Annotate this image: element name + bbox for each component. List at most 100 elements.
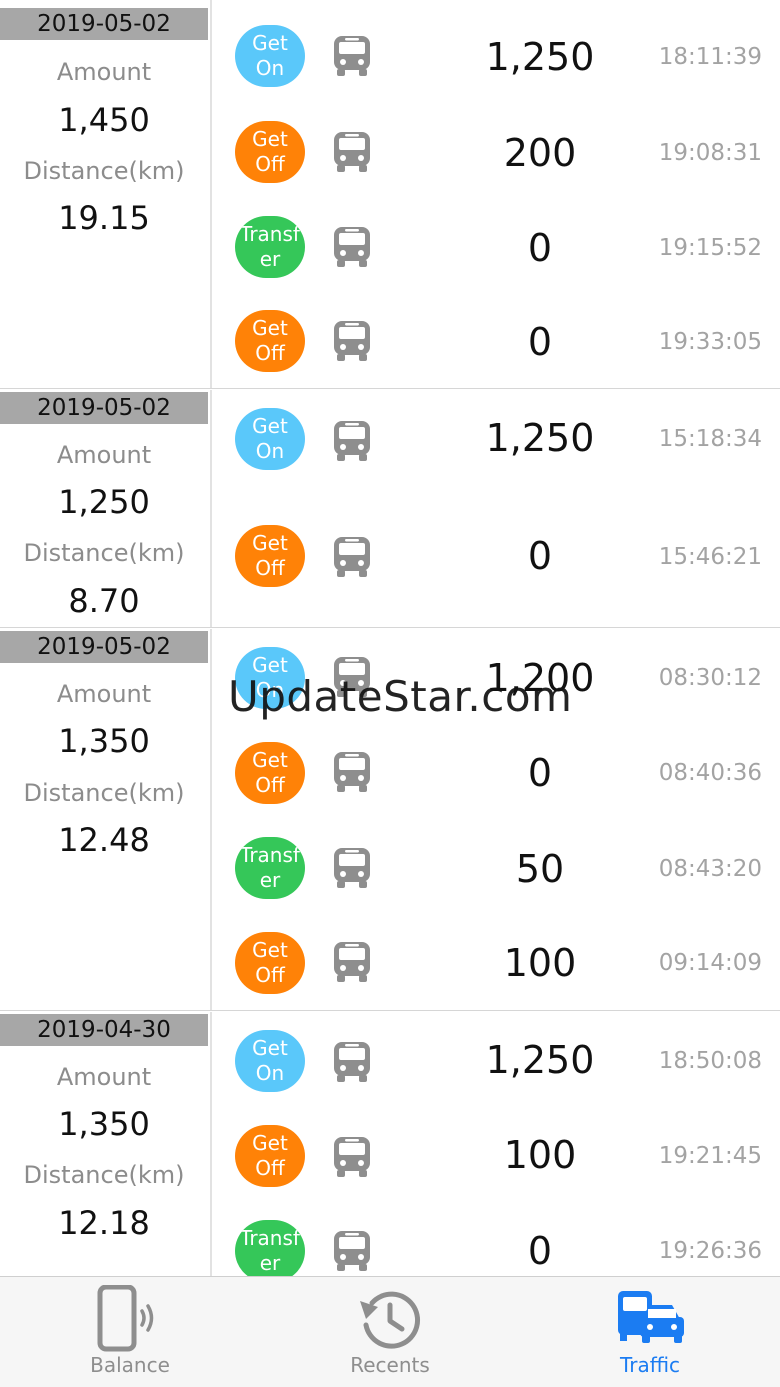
trip-amount: 200 xyxy=(503,131,577,175)
bus-front-icon xyxy=(330,1040,374,1084)
bus-front-icon xyxy=(330,225,374,269)
trip-type-badge: Get On xyxy=(235,408,305,470)
bus-front-icon xyxy=(330,940,374,984)
bus-front-icon xyxy=(330,1229,374,1273)
day-amount: 1,450 xyxy=(58,101,150,139)
transaction-feed[interactable]: 2019-05-02 Amount 1,450 Distance(km) 19.… xyxy=(0,0,780,1276)
day-distance: 12.48 xyxy=(58,821,150,859)
day-summary: 2019-05-02 Amount 1,350 Distance(km) 12.… xyxy=(0,629,212,1010)
trip-time: 18:50:08 xyxy=(658,1048,762,1074)
bus-front-icon xyxy=(330,846,374,890)
day-amount: 1,350 xyxy=(58,1105,150,1143)
trip-amount: 1,250 xyxy=(485,35,595,79)
phone-card-icon xyxy=(97,1285,154,1352)
trip-type-badge: Get Off xyxy=(235,932,305,994)
trip-amount: 0 xyxy=(527,1229,553,1273)
tab-balance[interactable]: Balance xyxy=(0,1277,260,1387)
bus-front-icon xyxy=(330,750,374,794)
distance-label: Distance(km) xyxy=(23,779,185,807)
trip-time: 19:15:52 xyxy=(658,235,762,261)
tab-label: Balance xyxy=(90,1353,170,1377)
trip-row[interactable]: Get Off 0 19:33:05 xyxy=(214,297,780,387)
bus-front-icon xyxy=(330,130,374,174)
trip-time: 15:46:21 xyxy=(658,544,762,570)
trip-time: 08:30:12 xyxy=(658,665,762,691)
day-date: 2019-05-02 xyxy=(0,392,208,424)
trip-row[interactable]: Get On 1,250 18:50:08 xyxy=(214,1016,780,1106)
tab-label: Traffic xyxy=(619,1353,681,1377)
bus-front-icon xyxy=(330,34,374,78)
trip-type-badge: Get Off xyxy=(235,525,305,587)
trip-time: 08:40:36 xyxy=(658,760,762,786)
trip-time: 09:14:09 xyxy=(658,950,762,976)
trip-type-badge: Transf er xyxy=(235,216,305,278)
bus-front-icon xyxy=(330,319,374,363)
trip-time: 15:18:34 xyxy=(658,426,762,452)
day-group[interactable]: 2019-04-30 Amount 1,350 Distance(km) 12.… xyxy=(0,1012,780,1276)
day-summary: 2019-04-30 Amount 1,350 Distance(km) 12.… xyxy=(0,1012,212,1276)
tab-bar: Balance Recents Traffic xyxy=(0,1276,780,1387)
transit-icon xyxy=(618,1291,684,1343)
trip-row[interactable]: Transf er 0 19:26:36 xyxy=(214,1206,780,1276)
trip-amount: 1,250 xyxy=(485,1038,595,1082)
distance-label: Distance(km) xyxy=(23,1161,185,1189)
trip-type-badge: Get On xyxy=(235,647,305,709)
day-date: 2019-04-30 xyxy=(0,1014,208,1046)
tab-recents[interactable]: Recents xyxy=(260,1277,520,1387)
amount-label: Amount xyxy=(56,441,152,469)
day-distance: 19.15 xyxy=(58,199,150,237)
trip-row[interactable]: Transf er 50 08:43:20 xyxy=(214,824,780,914)
trip-row[interactable]: Get Off 0 15:46:21 xyxy=(214,512,780,602)
trip-time: 19:33:05 xyxy=(658,329,762,355)
amount-label: Amount xyxy=(56,680,152,708)
day-amount: 1,350 xyxy=(58,722,150,760)
trip-amount: 1,250 xyxy=(485,416,595,460)
trip-row[interactable]: Get On 1,250 18:11:39 xyxy=(214,12,780,102)
trip-type-badge: Get Off xyxy=(235,121,305,183)
tab-label: Recents xyxy=(350,1353,430,1377)
bus-front-icon xyxy=(330,655,374,699)
trip-type-badge: Transf er xyxy=(235,837,305,899)
trip-amount: 0 xyxy=(527,226,553,270)
trip-type-badge: Get Off xyxy=(235,310,305,372)
day-amount: 1,250 xyxy=(58,483,150,521)
day-distance: 8.70 xyxy=(68,582,140,620)
day-date: 2019-05-02 xyxy=(0,8,208,40)
trip-row[interactable]: Transf er 0 19:15:52 xyxy=(214,203,780,293)
tab-traffic[interactable]: Traffic xyxy=(520,1277,780,1387)
trip-time: 08:43:20 xyxy=(658,856,762,882)
trip-row[interactable]: Get On 1,200 08:30:12 xyxy=(214,633,780,723)
trip-amount: 100 xyxy=(503,1133,577,1177)
history-icon xyxy=(360,1291,421,1349)
trip-type-badge: Get On xyxy=(235,25,305,87)
day-date: 2019-05-02 xyxy=(0,631,208,663)
trip-time: 19:08:31 xyxy=(658,140,762,166)
trip-amount: 0 xyxy=(527,320,553,364)
trip-row[interactable]: Get On 1,250 15:18:34 xyxy=(214,394,780,484)
trip-time: 19:26:36 xyxy=(658,1238,762,1264)
trip-row[interactable]: Get Off 100 09:14:09 xyxy=(214,918,780,1008)
trip-time: 18:11:39 xyxy=(658,44,762,70)
trip-amount: 1,200 xyxy=(485,656,595,700)
trip-amount: 50 xyxy=(515,847,565,891)
trip-row[interactable]: Get Off 200 19:08:31 xyxy=(214,108,780,198)
trip-row[interactable]: Get Off 0 08:40:36 xyxy=(214,728,780,818)
day-summary: 2019-05-02 Amount 1,250 Distance(km) 8.7… xyxy=(0,390,212,627)
trip-row[interactable]: Get Off 100 19:21:45 xyxy=(214,1111,780,1201)
trip-type-badge: Get Off xyxy=(235,1125,305,1187)
bus-front-icon xyxy=(330,1135,374,1179)
trip-type-badge: Get Off xyxy=(235,742,305,804)
bus-front-icon xyxy=(330,535,374,579)
trip-amount: 100 xyxy=(503,941,577,985)
trip-amount: 0 xyxy=(527,751,553,795)
distance-label: Distance(km) xyxy=(23,539,185,567)
day-summary: 2019-05-02 Amount 1,450 Distance(km) 19.… xyxy=(0,0,212,388)
day-group[interactable]: 2019-05-02 Amount 1,450 Distance(km) 19.… xyxy=(0,0,780,389)
bus-front-icon xyxy=(330,419,374,463)
trip-type-badge: Get On xyxy=(235,1030,305,1092)
trip-amount: 0 xyxy=(527,534,553,578)
amount-label: Amount xyxy=(56,1063,152,1091)
trip-type-badge: Transf er xyxy=(235,1220,305,1276)
day-group[interactable]: 2019-05-02 Amount 1,350 Distance(km) 12.… xyxy=(0,629,780,1011)
day-group[interactable]: 2019-05-02 Amount 1,250 Distance(km) 8.7… xyxy=(0,390,780,628)
